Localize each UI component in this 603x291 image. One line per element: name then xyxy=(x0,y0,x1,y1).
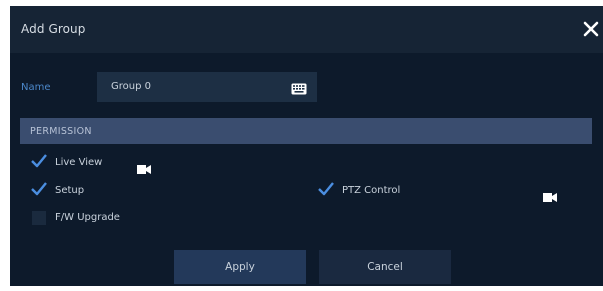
camera-icon[interactable] xyxy=(137,159,151,174)
permission-header-label: PERMISSION xyxy=(30,126,92,137)
checkbox-unchecked xyxy=(32,211,46,225)
camera-icon[interactable] xyxy=(543,187,557,202)
checkmark-icon xyxy=(30,153,48,169)
live-view-label: Live View xyxy=(55,157,103,168)
dialog-title: Add Group xyxy=(21,22,86,36)
keyboard-icon[interactable] xyxy=(291,80,307,95)
button-bar: Apply Cancel xyxy=(10,246,603,286)
add-group-dialog: Add Group Name Group 0 PERMISSION Live V… xyxy=(10,6,603,286)
checkmark-icon xyxy=(30,181,48,197)
name-label: Name xyxy=(21,82,51,93)
apply-button[interactable]: Apply xyxy=(174,250,306,284)
permission-header: PERMISSION xyxy=(20,118,592,144)
ptz-control-checkbox[interactable]: PTZ Control xyxy=(317,181,439,200)
setup-checkbox[interactable]: Setup xyxy=(30,181,132,200)
dialog-titlebar: Add Group xyxy=(10,6,603,53)
fw-upgrade-checkbox[interactable]: F/W Upgrade xyxy=(32,211,152,227)
fw-upgrade-label: F/W Upgrade xyxy=(55,212,120,223)
ptz-control-label: PTZ Control xyxy=(342,185,401,196)
checkmark-icon xyxy=(317,181,335,197)
close-icon[interactable] xyxy=(581,19,601,39)
name-field[interactable]: Group 0 xyxy=(97,72,317,102)
setup-label: Setup xyxy=(55,185,85,196)
live-view-checkbox[interactable]: Live View xyxy=(30,153,132,172)
name-value: Group 0 xyxy=(111,81,151,92)
cancel-button[interactable]: Cancel xyxy=(319,250,451,284)
